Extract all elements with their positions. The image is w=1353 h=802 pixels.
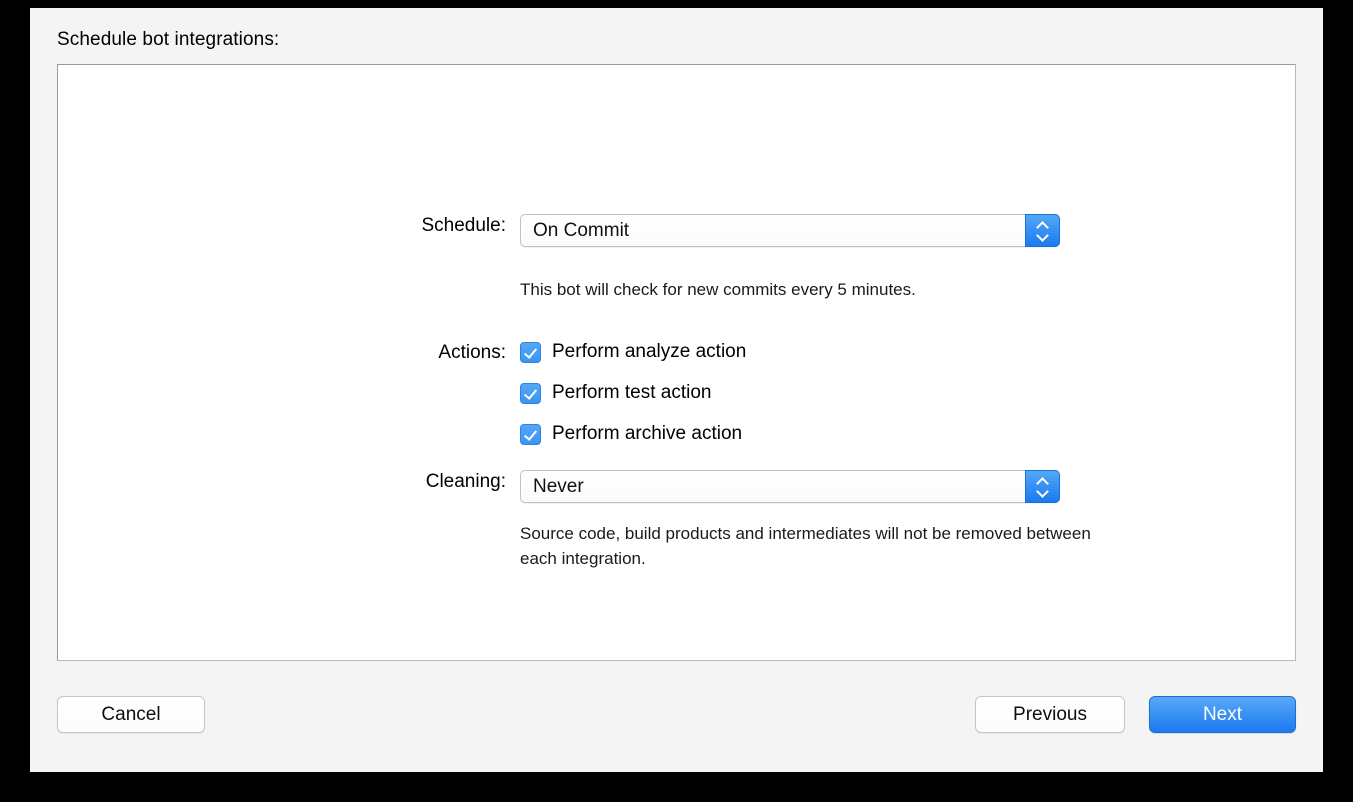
checkbox-archive[interactable]	[520, 423, 541, 445]
chevron-up-icon	[1037, 222, 1048, 229]
chevron-up-icon	[1037, 478, 1048, 485]
schedule-stepper[interactable]	[1025, 214, 1060, 247]
cleaning-stepper[interactable]	[1025, 470, 1060, 503]
checkbox-row-test[interactable]: Perform test action	[520, 382, 746, 404]
schedule-row: Schedule: On Commit	[398, 214, 1060, 247]
checkbox-test[interactable]	[520, 382, 541, 404]
checkbox-test-label: Perform test action	[552, 382, 712, 403]
previous-button[interactable]: Previous	[975, 696, 1125, 733]
dialog-window: Schedule bot integrations: Schedule: On …	[30, 8, 1323, 772]
cleaning-hint-row: Source code, build products and intermed…	[398, 521, 1095, 571]
cancel-button[interactable]: Cancel	[57, 696, 205, 733]
checkbox-analyze-label: Perform analyze action	[552, 341, 747, 362]
schedule-select[interactable]: On Commit	[520, 214, 1060, 247]
cleaning-select-value: Never	[533, 475, 584, 497]
cleaning-row: Cleaning: Never	[398, 470, 1060, 503]
settings-form: Schedule: On Commit This bot will check …	[58, 65, 1295, 660]
schedule-hint: This bot will check for new commits ever…	[520, 280, 916, 299]
page-title: Schedule bot integrations:	[57, 29, 280, 50]
checkbox-row-analyze[interactable]: Perform analyze action	[520, 341, 746, 363]
schedule-label: Schedule:	[421, 215, 506, 236]
chevron-down-icon	[1037, 488, 1048, 495]
cleaning-hint: Source code, build products and intermed…	[520, 524, 1091, 568]
cleaning-label: Cleaning:	[425, 471, 506, 492]
checkbox-row-archive[interactable]: Perform archive action	[520, 423, 746, 445]
schedule-hint-row: This bot will check for new commits ever…	[398, 277, 916, 302]
checkbox-archive-label: Perform archive action	[552, 423, 743, 444]
actions-label: Actions:	[438, 342, 506, 363]
content-panel: Schedule: On Commit This bot will check …	[57, 64, 1296, 661]
chevron-down-icon	[1037, 232, 1048, 239]
actions-checkbox-group: Perform analyze action Perform test acti…	[520, 341, 746, 445]
checkbox-analyze[interactable]	[520, 341, 541, 363]
next-button[interactable]: Next	[1149, 696, 1296, 733]
schedule-select-value: On Commit	[533, 219, 630, 241]
cleaning-select[interactable]: Never	[520, 470, 1060, 503]
actions-row: Actions: Perform analyze action Perform …	[398, 341, 746, 445]
